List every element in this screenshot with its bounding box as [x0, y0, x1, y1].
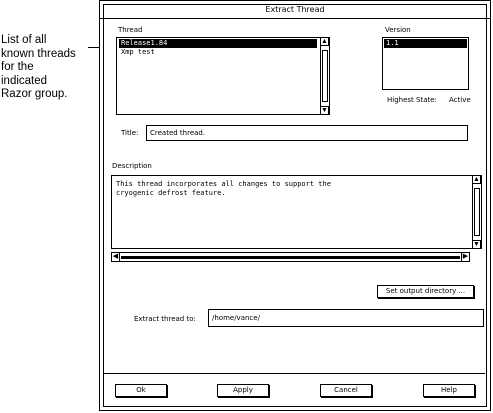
title-label: Title: — [121, 129, 139, 137]
down-arrow-icon[interactable]: ▼ — [320, 106, 329, 115]
down-arrow-icon[interactable]: ▼ — [472, 240, 481, 249]
callout-line-5: Razor group. — [1, 88, 68, 100]
button-separator — [104, 373, 485, 374]
highest-state-label: Highest State: — [387, 96, 437, 104]
left-arrow-icon[interactable]: ◀ — [111, 252, 120, 262]
description-scroll-thumb[interactable] — [474, 188, 480, 236]
up-arrow-icon[interactable]: ▲ — [320, 37, 329, 46]
thread-scrollbar[interactable]: ▲ ▼ — [320, 37, 329, 115]
description-label: Description — [112, 162, 152, 170]
version-item[interactable]: 1.1 — [384, 39, 467, 48]
callout-line-3: for the — [1, 61, 34, 73]
version-label: Version — [385, 26, 411, 34]
extract-to-field[interactable]: /home/vance/ — [208, 309, 484, 327]
apply-button[interactable]: Apply — [217, 384, 269, 397]
extract-to-label: Extract thread to: — [134, 315, 196, 323]
thread-item[interactable]: Xmp test — [119, 48, 317, 57]
ok-button[interactable]: Ok — [115, 384, 167, 397]
title-field[interactable]: Created thread. — [146, 125, 468, 141]
dialog-title: Extract Thread — [100, 1, 490, 19]
highest-state-value: Active — [449, 96, 471, 104]
callout-line-1: List of all — [1, 34, 47, 46]
description-scrollbar[interactable]: ▲ ▼ — [472, 175, 481, 249]
up-arrow-icon[interactable]: ▲ — [472, 175, 481, 184]
thread-scroll-thumb[interactable] — [322, 50, 328, 102]
callout-line-4: indicated — [1, 74, 48, 87]
right-arrow-icon[interactable]: ▶ — [461, 252, 470, 262]
thread-item[interactable]: Release1.84 — [119, 39, 317, 48]
thread-label: Thread — [118, 26, 143, 34]
thread-list[interactable]: Release1.84 Xmp test ▲ ▼ — [116, 37, 330, 115]
help-button[interactable]: Help — [423, 384, 475, 397]
description-text[interactable]: This thread incorporates all changes to … — [116, 180, 467, 198]
callout-annotation: List of all known threads for the indica… — [1, 34, 93, 102]
hscroll-thumb[interactable] — [121, 256, 460, 259]
description-area[interactable]: This thread incorporates all changes to … — [111, 175, 482, 249]
callout-line-2: known threads — [1, 47, 76, 60]
set-output-directory-button[interactable]: Set output directory ... — [377, 285, 474, 298]
cancel-button[interactable]: Cancel — [320, 384, 372, 397]
description-hscrollbar[interactable]: ◀ ▶ — [111, 252, 470, 262]
version-list[interactable]: 1.1 — [382, 37, 469, 90]
